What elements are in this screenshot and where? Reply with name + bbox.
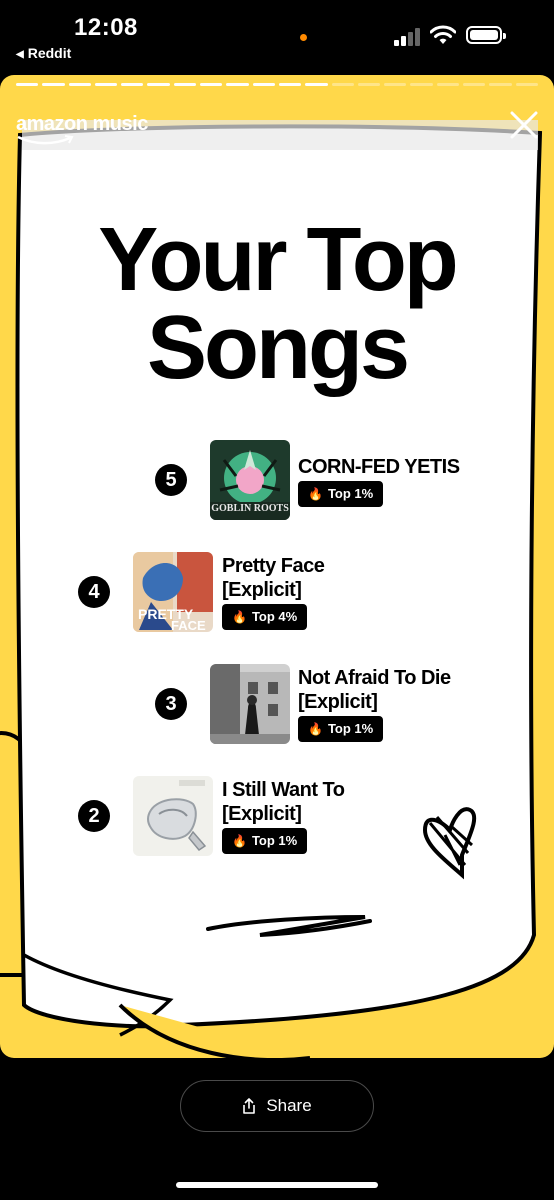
- rank-badge: 4: [78, 576, 110, 608]
- album-art: [210, 664, 290, 744]
- share-button[interactable]: Share: [180, 1080, 374, 1132]
- album-art: GOBLIN ROOTS: [210, 440, 290, 520]
- story-title-line1: Your Top: [98, 210, 459, 310]
- cellular-signal-icon: [394, 28, 424, 46]
- song-item[interactable]: 4 PRETTY FACE Pretty Face [Explicit] 🔥 To…: [0, 552, 554, 632]
- close-icon[interactable]: [506, 107, 542, 143]
- flame-icon: 🔥: [308, 487, 323, 501]
- album-art: PRETTY FACE: [133, 552, 213, 632]
- song-title: Pretty Face: [222, 555, 325, 577]
- top-percent-badge: 🔥 Top 1%: [298, 716, 384, 742]
- flame-icon: 🔥: [308, 722, 323, 736]
- wifi-icon: [430, 25, 456, 44]
- bottom-bar: Share: [0, 1058, 554, 1200]
- badge-label: Top 4%: [251, 609, 298, 624]
- share-label: Share: [266, 1096, 312, 1115]
- badge-label: Top 1%: [327, 486, 374, 501]
- back-to-app-link[interactable]: ◀ Reddit: [16, 45, 71, 61]
- story-title-line2: Songs: [146, 298, 410, 398]
- flame-icon: 🔥: [232, 610, 247, 624]
- story-progress-bar: [16, 83, 538, 86]
- back-arrow-icon: ◀: [16, 49, 24, 60]
- home-indicator[interactable]: [176, 1182, 378, 1188]
- share-icon: [243, 1098, 256, 1114]
- status-bar: 12:08 ◀ Reddit: [0, 0, 554, 75]
- battery-icon: [466, 26, 506, 44]
- song-title: I Still Want To: [222, 779, 345, 801]
- amazon-smile-icon: [17, 135, 74, 145]
- top-percent-badge: 🔥 Top 4%: [222, 604, 308, 630]
- top-percent-badge: 🔥 Top 1%: [298, 481, 384, 507]
- story-card[interactable]: amazon music Your Top Songs 5 GOBLIN ROO…: [0, 75, 554, 1058]
- album-art: [133, 776, 213, 856]
- song-item[interactable]: 2 I Still Want To [Explicit] 🔥 Top 1%: [0, 776, 554, 856]
- rank-badge: 2: [78, 800, 110, 832]
- album-art-text: GOBLIN ROOTS: [211, 503, 289, 514]
- badge-label: Top 1%: [251, 833, 298, 848]
- clock: 12:08: [74, 14, 138, 41]
- rank-badge: 3: [155, 688, 187, 720]
- rank-badge: 5: [155, 464, 187, 496]
- song-title: Not Afraid To Die: [298, 667, 451, 689]
- song-title-line2: [Explicit]: [298, 691, 378, 713]
- mic-indicator-dot: [300, 34, 307, 41]
- flame-icon: 🔥: [232, 834, 247, 848]
- song-title-line2: [Explicit]: [222, 579, 302, 601]
- amazon-music-logo: amazon music: [16, 113, 148, 135]
- song-title-line2: [Explicit]: [222, 803, 302, 825]
- badge-label: Top 1%: [327, 721, 374, 736]
- back-app-label: Reddit: [27, 45, 72, 61]
- song-item[interactable]: 3 Not Afraid To Die [Explicit] 🔥 Top 1%: [0, 664, 554, 744]
- song-item[interactable]: 5 GOBLIN ROOTS CORN-FED YETIS 🔥 Top 1%: [0, 440, 554, 520]
- song-title: CORN-FED YETIS: [298, 456, 460, 478]
- top-percent-badge: 🔥 Top 1%: [222, 828, 308, 854]
- album-art-text: FACE: [171, 618, 206, 632]
